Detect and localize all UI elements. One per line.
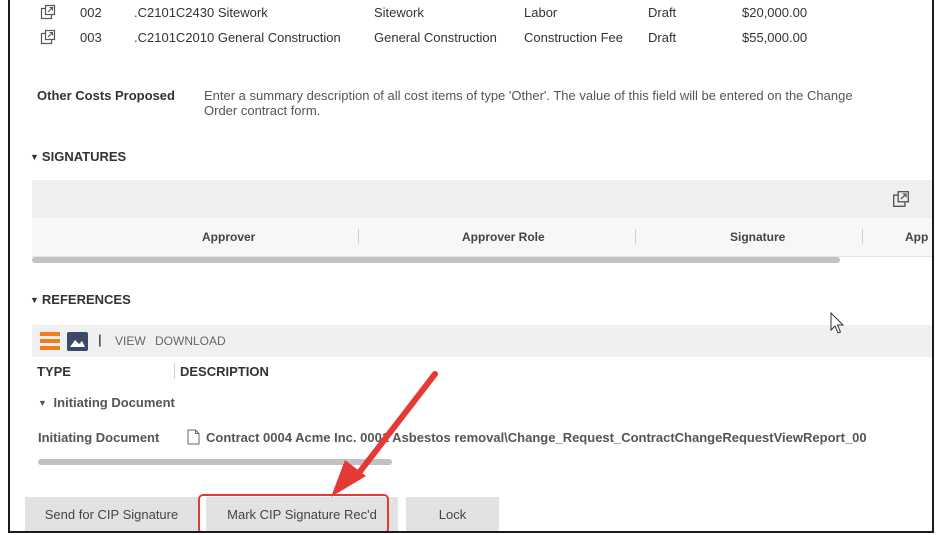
item-code: .C2101C2010 General Construction — [134, 30, 341, 45]
document-icon — [187, 429, 200, 445]
lock-button[interactable]: Lock — [406, 497, 499, 531]
references-section-header[interactable]: ▼ REFERENCES — [30, 292, 131, 307]
initiating-document-group[interactable]: ▼ Initiating Document — [38, 395, 175, 410]
other-costs-description-cont: Order contract form. — [204, 103, 321, 118]
chevron-down-icon: ▼ — [30, 295, 39, 305]
column-approval-date[interactable]: App — [905, 230, 928, 244]
toolbar-separator: | — [98, 332, 102, 347]
column-divider[interactable] — [358, 229, 359, 244]
item-amount: $55,000.00 — [742, 30, 808, 45]
highlight-box — [198, 494, 389, 531]
reference-description-link[interactable]: Contract 0004 Acme Inc. 0001 Asbestos re… — [206, 430, 867, 445]
open-link-icon[interactable] — [40, 29, 56, 45]
image-view-icon[interactable] — [67, 332, 88, 351]
column-description[interactable]: DESCRIPTION — [180, 364, 269, 379]
mouse-cursor-icon — [830, 312, 845, 334]
item-number: 003 — [80, 30, 102, 45]
reference-type: Initiating Document — [38, 430, 160, 445]
group-title: Initiating Document — [53, 395, 175, 410]
item-amount: $20,000.00 — [742, 5, 808, 20]
open-link-icon[interactable] — [892, 190, 910, 208]
signatures-title: SIGNATURES — [41, 149, 127, 164]
horizontal-scrollbar[interactable] — [38, 459, 392, 465]
references-title: REFERENCES — [41, 292, 131, 307]
other-costs-label: Other Costs Proposed — [37, 88, 175, 103]
open-link-icon[interactable] — [40, 4, 56, 20]
send-for-signature-button[interactable]: Send for CIP Signature — [25, 497, 198, 531]
download-button[interactable]: DOWNLOAD — [155, 334, 226, 348]
view-button[interactable]: VIEW — [115, 334, 146, 348]
item-type: Labor — [524, 5, 558, 20]
app-window: 002 .C2101C2430 Sitework Sitework Labor … — [8, 0, 934, 533]
signatures-section-header[interactable]: ▼ SIGNATURES — [30, 149, 126, 164]
column-divider[interactable] — [862, 229, 863, 244]
item-category: Sitework — [374, 5, 424, 20]
chevron-down-icon: ▼ — [38, 398, 47, 408]
references-toolbar: | VIEW DOWNLOAD — [32, 325, 932, 357]
other-costs-description: Enter a summary description of all cost … — [204, 88, 853, 103]
list-view-icon[interactable] — [40, 332, 60, 350]
column-type[interactable]: TYPE — [37, 364, 71, 379]
item-code: .C2101C2430 Sitework — [134, 5, 268, 20]
column-signature[interactable]: Signature — [730, 230, 785, 244]
item-status: Draft — [648, 5, 677, 20]
column-approver-role[interactable]: Approver Role — [462, 230, 545, 244]
signatures-toolbar — [32, 180, 932, 218]
item-type: Construction Fee — [524, 30, 623, 45]
item-number: 002 — [80, 5, 102, 20]
item-status: Draft — [648, 30, 677, 45]
horizontal-scrollbar[interactable] — [32, 257, 840, 263]
item-category: General Construction — [374, 30, 497, 45]
chevron-down-icon: ▼ — [30, 152, 39, 162]
column-approver[interactable]: Approver — [202, 230, 255, 244]
column-divider[interactable] — [635, 229, 636, 244]
signatures-table-header: Approver Approver Role Signature App — [32, 218, 932, 257]
column-divider[interactable] — [174, 363, 175, 379]
